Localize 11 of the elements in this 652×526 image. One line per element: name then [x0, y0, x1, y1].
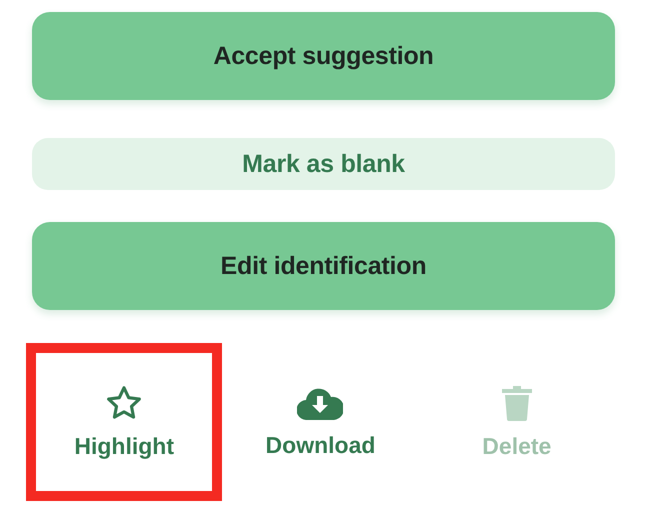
primary-button[interactable]: Accept suggestion [32, 12, 615, 100]
action-button[interactable]: Highlight [26, 343, 222, 501]
star-icon [105, 384, 144, 420]
action-button[interactable]: Download [222, 343, 419, 501]
primary-button[interactable]: Edit identification [32, 222, 615, 310]
action-label: Download [266, 432, 376, 458]
secondary-button[interactable]: Mark as blank [32, 138, 615, 190]
trash-icon [500, 384, 533, 420]
action-label: Highlight [74, 432, 174, 460]
action-label: Delete [482, 432, 552, 460]
cloud-download-icon [297, 386, 344, 420]
